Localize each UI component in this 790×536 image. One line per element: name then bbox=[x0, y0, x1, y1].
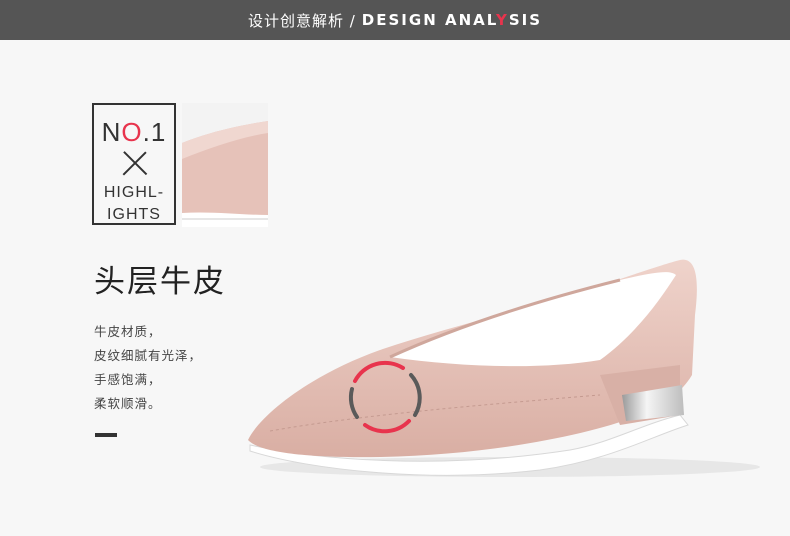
description-line: 柔软顺滑。 bbox=[94, 396, 162, 411]
header-title-en: DESIGN ANALYSIS bbox=[361, 11, 543, 29]
feature-title: 头层牛皮 bbox=[94, 264, 226, 300]
shoe-image bbox=[240, 255, 760, 485]
highlight-text: HIGHL- IGHTS bbox=[103, 184, 165, 223]
feature-description: 牛皮材质， 皮纹细腻有光泽， 手感饱满， 柔软顺滑。 bbox=[94, 320, 202, 416]
description-line: 皮纹细腻有光泽， bbox=[94, 348, 203, 363]
description-line: 手感饱满， bbox=[94, 372, 162, 387]
highlight-number: NO.1 bbox=[101, 117, 167, 147]
leather-closeup-image bbox=[182, 103, 268, 227]
header-bar: 设计创意解析 / DESIGN ANALYSIS bbox=[0, 0, 790, 40]
description-line: 牛皮材质， bbox=[94, 324, 162, 339]
cross-icon bbox=[122, 152, 146, 176]
divider-dash bbox=[95, 433, 117, 437]
highlight-badge: NO.1 HIGHL- IGHTS bbox=[92, 103, 176, 225]
header-title-cn: 设计创意解析 / bbox=[247, 11, 356, 30]
